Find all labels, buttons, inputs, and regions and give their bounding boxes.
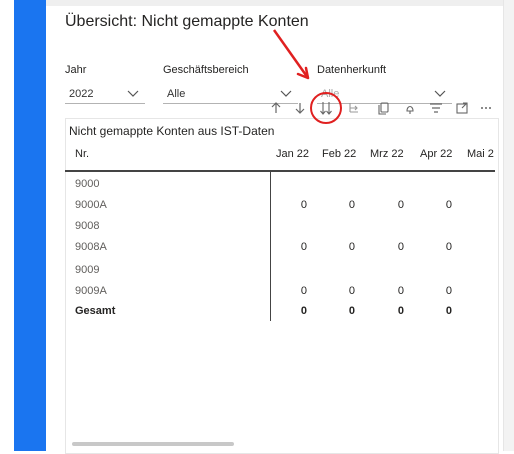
header-divider	[65, 170, 495, 172]
column-header-feb[interactable]: Feb 22	[322, 148, 356, 160]
horizontal-scrollbar[interactable]	[72, 442, 234, 446]
right-pane-edge	[503, 0, 514, 451]
chevron-down-icon	[127, 90, 139, 97]
slicer-label-jahr: Jahr	[65, 64, 87, 76]
cell-value: 0	[445, 285, 452, 297]
cell-value: 0	[348, 199, 355, 211]
left-margin	[0, 0, 14, 451]
column-header-mrz[interactable]: Mrz 22	[370, 148, 404, 160]
slicer-label-geschaeftsbereich: Geschäftsbereich	[163, 64, 249, 76]
total-value: 0	[397, 305, 404, 317]
row-label[interactable]: 9009	[75, 264, 99, 276]
top-strip	[0, 0, 514, 6]
cell-value: 0	[397, 199, 404, 211]
row-header-divider	[270, 172, 271, 321]
cell-value: 0	[397, 285, 404, 297]
more-options-icon[interactable]	[478, 100, 494, 116]
row-label[interactable]: 9008	[75, 220, 99, 232]
total-value: 0	[445, 305, 452, 317]
column-header-jan[interactable]: Jan 22	[276, 148, 309, 160]
column-header-nr[interactable]: Nr.	[75, 148, 89, 160]
row-label[interactable]: 9009A	[75, 285, 107, 297]
slicer-value-jahr: 2022	[69, 88, 94, 100]
slicer-value-geschaeftsbereich: Alle	[167, 88, 186, 100]
slicer-dropdown-jahr[interactable]: 2022	[65, 83, 145, 104]
cell-value: 0	[348, 285, 355, 297]
chevron-down-icon	[434, 90, 446, 97]
accent-sidebar	[14, 0, 46, 451]
pin-icon[interactable]	[402, 100, 418, 116]
cell-value: 0	[397, 241, 404, 253]
row-label[interactable]: 9008A	[75, 241, 107, 253]
row-label[interactable]: 9000	[75, 178, 99, 190]
matrix-title: Nicht gemappte Konten aus IST-Daten	[69, 124, 275, 138]
cell-value: 0	[445, 241, 452, 253]
cell-value: 0	[300, 199, 307, 211]
annotation-arrow-icon	[272, 29, 342, 124]
total-row-label: Gesamt	[75, 305, 116, 317]
column-header-mai[interactable]: Mai 2	[467, 148, 494, 160]
copy-icon[interactable]	[376, 100, 392, 116]
cell-value: 0	[445, 199, 452, 211]
focus-mode-icon[interactable]	[454, 100, 470, 116]
filter-icon[interactable]	[428, 100, 444, 116]
column-header-apr[interactable]: Apr 22	[420, 148, 452, 160]
cell-value: 0	[300, 285, 307, 297]
cell-value: 0	[348, 241, 355, 253]
row-label[interactable]: 9000A	[75, 199, 107, 211]
total-value: 0	[300, 305, 307, 317]
cell-value: 0	[300, 241, 307, 253]
total-value: 0	[348, 305, 355, 317]
